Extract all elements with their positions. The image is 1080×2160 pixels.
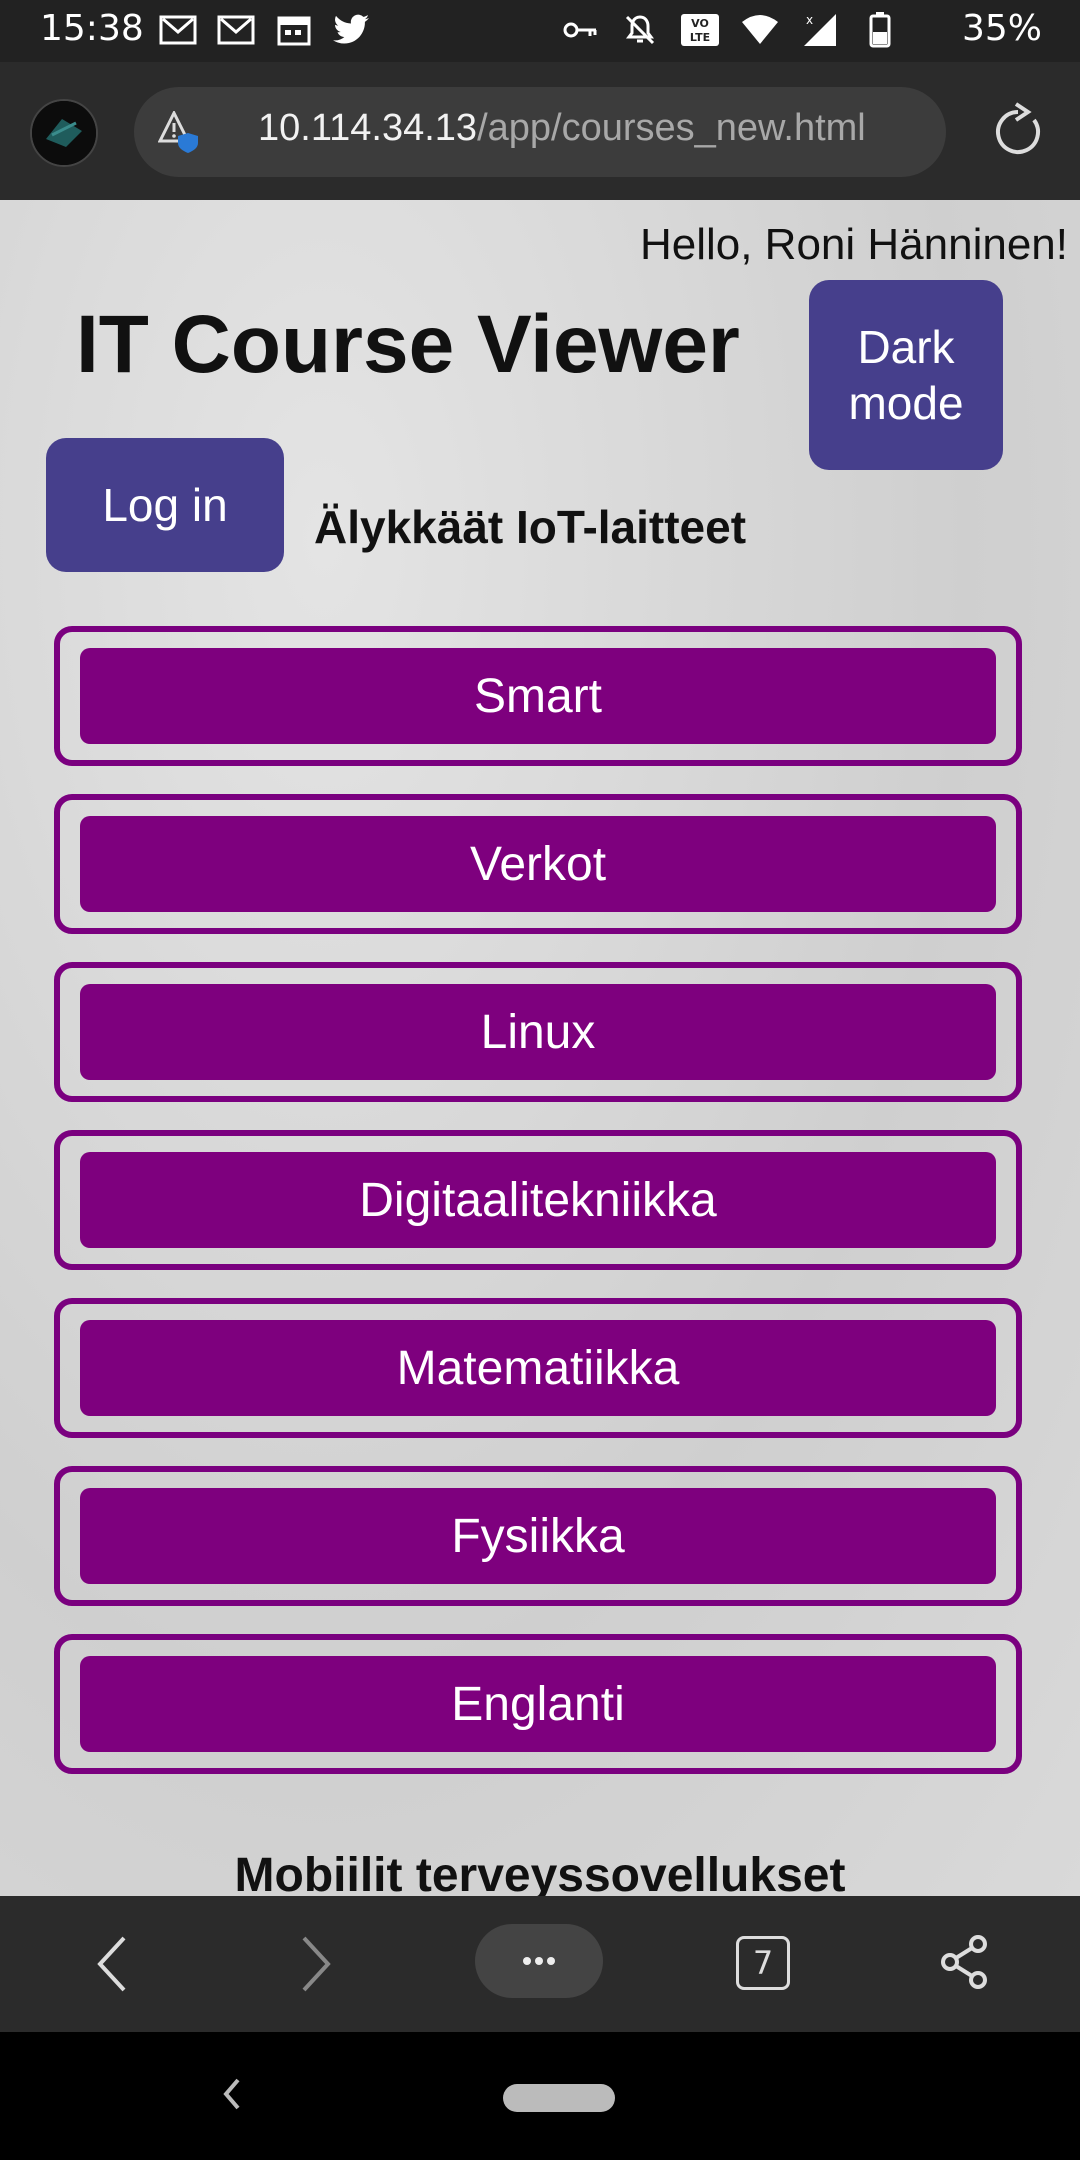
course-button-linux[interactable]: Linux — [80, 984, 996, 1080]
page-content: Hello, Roni Hänninen! IT Course Viewer D… — [0, 200, 1080, 1896]
section-title: Älykkäät IoT-laitteet — [314, 501, 747, 553]
course-item: Fysiikka — [54, 1466, 1022, 1606]
gmail-icon — [216, 10, 256, 50]
menu-button[interactable] — [475, 1924, 603, 1998]
svg-text:VO: VO — [691, 17, 709, 30]
address-bar[interactable]: 10.114.34.13/app/courses_new.html — [134, 87, 946, 177]
url-host: 10.114.34.13 — [258, 107, 478, 149]
page-title: IT Course Viewer — [76, 299, 740, 390]
tabs-button[interactable]: 7 — [736, 1936, 790, 1990]
course-item: Verkot — [54, 794, 1022, 934]
svg-text:LTE: LTE — [690, 31, 710, 44]
vpn-key-icon — [560, 10, 600, 50]
course-item: Matematiikka — [54, 1298, 1022, 1438]
status-time: 15:38 — [40, 8, 144, 49]
browser-toolbar: 10.114.34.13/app/courses_new.html — [0, 62, 1080, 200]
not-secure-warning-icon[interactable] — [157, 109, 204, 153]
back-arrow-icon[interactable] — [92, 1934, 132, 1999]
course-button-verkot[interactable]: Verkot — [80, 816, 996, 912]
twitter-icon — [332, 10, 372, 50]
course-button-smart[interactable]: Smart — [80, 648, 996, 744]
volte-icon: VO LTE — [680, 10, 720, 50]
wifi-icon — [740, 10, 780, 50]
status-bar: 15:38 VO LTE x 35% — [0, 0, 1080, 62]
svg-text:x: x — [806, 13, 813, 27]
course-button-englanti[interactable]: Englanti — [80, 1656, 996, 1752]
login-button[interactable]: Log in — [46, 438, 284, 572]
course-list: Smart Verkot Linux Digitaalitekniikka Ma… — [54, 626, 1028, 1802]
battery-percent: 35% — [961, 8, 1042, 49]
dark-mode-button[interactable]: Dark mode — [809, 280, 1003, 470]
user-greeting: Hello, Roni Hänninen! — [639, 220, 1068, 269]
forward-arrow-icon[interactable] — [296, 1934, 336, 1999]
system-nav-bar — [0, 2032, 1080, 2160]
share-icon[interactable] — [938, 1934, 990, 1995]
course-item: Linux — [54, 962, 1022, 1102]
signal-icon: x — [800, 10, 840, 50]
browser-bottom-nav: 7 — [0, 1896, 1080, 2032]
course-button-digitaalitekniikka[interactable]: Digitaalitekniikka — [80, 1152, 996, 1248]
home-pill[interactable] — [503, 2084, 615, 2112]
next-section-title: Mobiilit terveyssovellukset — [234, 1849, 846, 1896]
notification-icons — [158, 10, 372, 50]
system-back-icon[interactable] — [220, 2076, 244, 2117]
course-item: Englanti — [54, 1634, 1022, 1774]
gmail-icon — [158, 10, 198, 50]
site-favicon-icon[interactable] — [30, 99, 98, 167]
course-button-fysiikka[interactable]: Fysiikka — [80, 1488, 996, 1584]
system-icons: VO LTE x — [560, 10, 900, 50]
course-item: Smart — [54, 626, 1022, 766]
url-path: /app/courses_new.html — [477, 107, 866, 149]
battery-icon — [860, 10, 900, 50]
course-button-matematiikka[interactable]: Matematiikka — [80, 1320, 996, 1416]
url-text[interactable]: 10.114.34.13/app/courses_new.html — [258, 107, 866, 150]
calendar-icon — [274, 10, 314, 50]
bell-off-icon — [620, 10, 660, 50]
course-item: Digitaalitekniikka — [54, 1130, 1022, 1270]
reload-icon[interactable] — [988, 102, 1048, 162]
